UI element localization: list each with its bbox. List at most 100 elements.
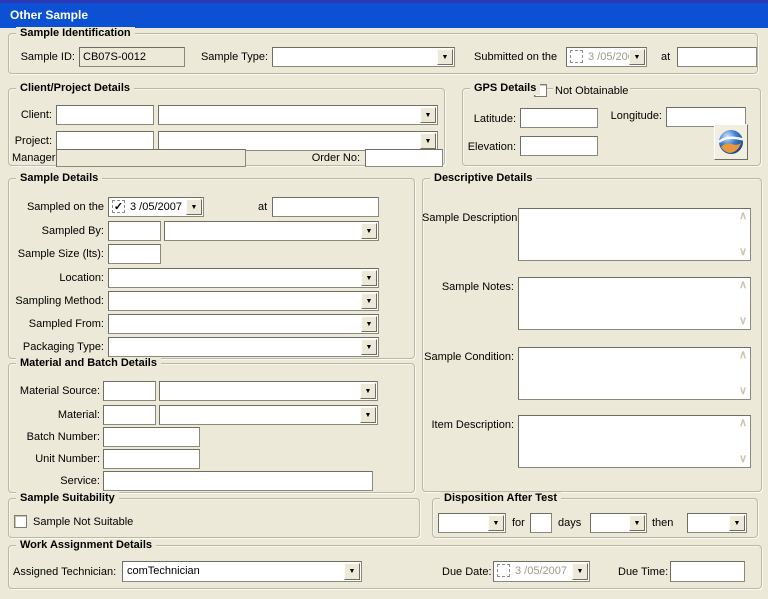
sampling-method-label: Sampling Method:	[6, 295, 104, 308]
group-title-gps: GPS Details	[470, 82, 540, 95]
sample-not-suitable-checkbox[interactable]	[14, 515, 27, 528]
scroll-up-icon[interactable]: ∧	[739, 418, 747, 429]
scroll-down-icon[interactable]: ∨	[739, 454, 747, 465]
latitude-field[interactable]	[520, 108, 598, 128]
manager-label: Manager:	[12, 152, 58, 165]
sample-type-label: Sample Type:	[196, 51, 268, 64]
chevron-down-icon: ▼	[365, 412, 372, 419]
sample-notes-label: Sample Notes:	[422, 281, 514, 294]
other-sample-form: Other Sample Sample Identification Sampl…	[0, 0, 768, 599]
item-description-textarea[interactable]: ∧ ∨	[518, 415, 751, 468]
check-icon: ✓	[114, 201, 123, 213]
sampled-by-code-field[interactable]	[108, 221, 161, 241]
dropdown-arrow-button[interactable]: ▼	[629, 49, 645, 65]
location-combo[interactable]: ▼	[108, 268, 379, 288]
chevron-down-icon: ▼	[366, 275, 373, 282]
due-date-value: 3 /05/2007	[515, 564, 567, 578]
unit-number-label: Unit Number:	[6, 453, 100, 466]
sampled-by-label: Sampled By:	[6, 225, 104, 238]
scroll-up-icon[interactable]: ∧	[739, 211, 747, 222]
chevron-down-icon: ▼	[366, 228, 373, 235]
order-no-field[interactable]	[365, 149, 443, 167]
dropdown-arrow-button[interactable]: ▼	[420, 107, 436, 123]
client-code-field[interactable]	[56, 105, 154, 125]
scroll-up-icon[interactable]: ∧	[739, 350, 747, 361]
dropdown-arrow-button[interactable]: ▼	[420, 133, 436, 149]
sample-condition-textarea[interactable]: ∧ ∨	[518, 347, 751, 400]
unit-number-field[interactable]	[103, 449, 200, 469]
disposition-then-combo[interactable]: ▼	[687, 513, 747, 533]
dropdown-arrow-button[interactable]: ▼	[361, 316, 377, 332]
dropdown-arrow-button[interactable]: ▼	[488, 515, 504, 531]
material-combo[interactable]: ▼	[159, 405, 378, 425]
sample-type-combo[interactable]: ▼	[272, 47, 455, 67]
elevation-field[interactable]	[520, 136, 598, 156]
sampled-from-label: Sampled From:	[6, 318, 104, 331]
chevron-down-icon: ▼	[634, 520, 641, 527]
scroll-down-icon[interactable]: ∨	[739, 386, 747, 397]
sampled-on-date-picker[interactable]: ✓ 3 /05/2007 ▼	[108, 197, 204, 217]
sample-description-textarea[interactable]: ∧ ∨	[518, 208, 751, 261]
dropdown-arrow-button[interactable]: ▼	[437, 49, 453, 65]
material-code-field[interactable]	[103, 405, 156, 425]
due-date-label: Due Date:	[442, 566, 492, 579]
scroll-up-icon[interactable]: ∧	[739, 280, 747, 291]
dropdown-arrow-button[interactable]: ▼	[186, 199, 202, 215]
material-source-code-field[interactable]	[103, 381, 156, 401]
batch-number-field[interactable]	[103, 427, 200, 447]
chevron-down-icon: ▼	[734, 520, 741, 527]
submitted-date-picker[interactable]: 3 /05/2007 ▼	[566, 47, 647, 67]
packaging-type-label: Packaging Type:	[6, 341, 104, 354]
service-label: Service:	[6, 475, 100, 488]
due-time-field[interactable]	[670, 561, 745, 582]
dropdown-arrow-button[interactable]: ▼	[572, 563, 588, 580]
submitted-at-label: at	[661, 51, 670, 64]
assigned-technician-combo[interactable]: comTechnician ▼	[122, 561, 362, 582]
latitude-label: Latitude:	[466, 113, 516, 126]
dropdown-arrow-button[interactable]: ▼	[361, 223, 377, 239]
client-name-combo[interactable]: ▼	[158, 105, 438, 125]
sample-id-value: CB07S-0012	[83, 51, 146, 63]
for-label: for	[512, 517, 525, 530]
sampled-from-combo[interactable]: ▼	[108, 314, 379, 334]
sample-condition-label: Sample Condition:	[422, 351, 514, 364]
dropdown-arrow-button[interactable]: ▼	[361, 339, 377, 355]
batch-number-label: Batch Number:	[6, 431, 100, 444]
sampled-on-label: Sampled on the	[6, 201, 104, 214]
order-no-label: Order No:	[300, 152, 360, 165]
due-date-checkbox[interactable]	[497, 564, 510, 577]
disposition-hold-combo[interactable]: ▼	[590, 513, 647, 533]
project-code-field[interactable]	[56, 131, 154, 151]
sampled-by-combo[interactable]: ▼	[164, 221, 379, 241]
dropdown-arrow-button[interactable]: ▼	[361, 293, 377, 309]
sample-notes-textarea[interactable]: ∧ ∨	[518, 277, 751, 330]
due-date-picker[interactable]: 3 /05/2007 ▼	[493, 561, 590, 582]
project-name-combo[interactable]: ▼	[158, 131, 438, 151]
disposition-action-combo[interactable]: ▼	[438, 513, 506, 533]
dropdown-arrow-button[interactable]: ▼	[360, 383, 376, 399]
sampled-on-date-value: 3 /05/2007	[130, 200, 182, 214]
scroll-down-icon[interactable]: ∨	[739, 316, 747, 327]
chevron-down-icon: ▼	[425, 138, 432, 145]
google-earth-button[interactable]	[714, 124, 748, 160]
then-label: then	[652, 517, 673, 530]
sampled-on-checkbox[interactable]: ✓	[112, 200, 125, 213]
service-field[interactable]	[103, 471, 373, 491]
submitted-date-checkbox[interactable]	[570, 50, 583, 63]
submitted-time-field[interactable]	[677, 47, 757, 67]
chevron-down-icon: ▼	[442, 54, 449, 61]
sampled-time-field[interactable]	[272, 197, 379, 217]
group-title-sample-identification: Sample Identification	[16, 27, 135, 40]
scroll-down-icon[interactable]: ∨	[739, 247, 747, 258]
globe-icon	[717, 128, 745, 156]
dropdown-arrow-button[interactable]: ▼	[729, 515, 745, 531]
sampling-method-combo[interactable]: ▼	[108, 291, 379, 311]
dropdown-arrow-button[interactable]: ▼	[360, 407, 376, 423]
dropdown-arrow-button[interactable]: ▼	[344, 563, 360, 580]
disposition-days-field[interactable]	[530, 513, 552, 533]
dropdown-arrow-button[interactable]: ▼	[361, 270, 377, 286]
dropdown-arrow-button[interactable]: ▼	[629, 515, 645, 531]
sample-size-field[interactable]	[108, 244, 161, 264]
packaging-type-combo[interactable]: ▼	[108, 337, 379, 357]
material-source-combo[interactable]: ▼	[159, 381, 378, 401]
